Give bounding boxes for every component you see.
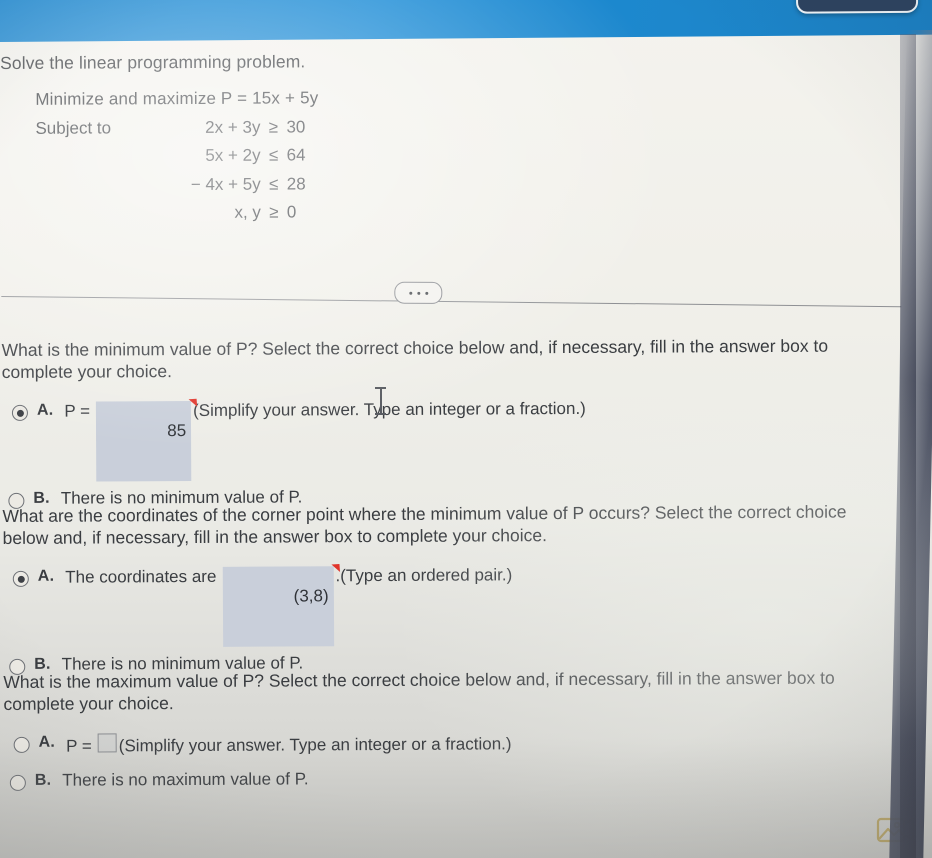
- answer-prefix: P =: [64, 401, 91, 422]
- question-prompt: What is the minimum value of P? Select t…: [1, 335, 829, 382]
- question-prompt: What is the maximum value of P? Select t…: [3, 667, 835, 714]
- choice-letter: B.: [33, 489, 50, 507]
- radio-button-a[interactable]: [12, 571, 29, 588]
- choice-letter: A.: [38, 734, 56, 752]
- answer-input-corner-point[interactable]: (3,8): [222, 564, 340, 647]
- constraint-relation: ≤: [269, 174, 279, 194]
- screen-photo: Solve the linear programming problem. Mi…: [0, 0, 932, 858]
- dot-icon: [424, 291, 428, 295]
- screen-bezel-right: [889, 30, 932, 858]
- image-placeholder-icon[interactable]: [876, 814, 916, 848]
- divider-line: [1, 295, 902, 308]
- subject-to-label: Subject to: [35, 117, 112, 138]
- constraint-relation: ≥: [269, 202, 279, 222]
- constraint-row: Subject to 2x + 3y ≥ 30: [35, 117, 328, 147]
- radio-button-a[interactable]: [13, 737, 30, 754]
- choice-letter: B.: [34, 772, 52, 790]
- objective-label: Minimize and maximize: [35, 88, 217, 109]
- choice-body: The coordinates are (3,8) . (Type an ord…: [65, 564, 513, 647]
- answer-value: 85: [167, 421, 187, 441]
- constraint-relation: ≥: [268, 117, 279, 137]
- constraint-expression: − 4x + 5y: [190, 174, 261, 194]
- constraint-row: 5x + 2y ≤ 64: [36, 145, 329, 175]
- constraint-rhs: 28: [286, 173, 306, 194]
- objective-expression: P = 15x + 5y: [220, 88, 319, 108]
- answer-hint: (Type an ordered pair.): [340, 565, 513, 586]
- more-options-button[interactable]: [394, 281, 443, 304]
- constraint-rhs: 0: [286, 202, 297, 222]
- answer-input-minimum-p[interactable]: 85: [95, 399, 198, 482]
- choice-group: A. The coordinates are (3,8) . (Type an …: [3, 563, 894, 685]
- header-pill-button[interactable]: [795, 0, 919, 14]
- answer-hint: (Simplify your answer. Type an integer o…: [193, 399, 586, 421]
- question-block-corner-point: What are the coordinates of the corner p…: [2, 501, 893, 692]
- constraint-rhs: 64: [286, 145, 306, 165]
- choice-letter: A.: [37, 568, 55, 586]
- answer-input-maximum-p[interactable]: [97, 733, 117, 753]
- radio-button-b[interactable]: [9, 775, 26, 792]
- dot-icon: [408, 291, 412, 295]
- radio-button-a[interactable]: [11, 405, 28, 422]
- question-block-maximum-value: What is the maximum value of P? Select t…: [3, 667, 894, 809]
- constraint-expression: x, y: [234, 202, 261, 222]
- answer-value: (3,8): [293, 586, 329, 606]
- app-header-bar: [0, 0, 932, 42]
- answer-prefix: The coordinates are: [65, 567, 217, 588]
- choice-body: There is no maximum value of P.: [62, 769, 309, 791]
- constraint-row: − 4x + 5y ≤ 28: [36, 174, 329, 204]
- constraint-expression: 2x + 3y: [205, 117, 261, 137]
- choice-letter: A.: [36, 402, 54, 420]
- choice-option-a[interactable]: A. The coordinates are (3,8) . (Type an …: [3, 563, 893, 647]
- section-divider: [1, 269, 903, 318]
- choice-option-b[interactable]: B. There is no maximum value of P.: [4, 767, 894, 802]
- answer-hint: (Simplify your answer. Type an integer o…: [118, 734, 512, 756]
- choice-group: A. P = (Simplify your answer. Type an in…: [4, 729, 894, 802]
- objective-row: Minimize and maximize P = 15x + 5y: [35, 88, 328, 118]
- choice-body: P = (Simplify your answer. Type an integ…: [66, 731, 512, 758]
- page-title: Solve the linear programming problem.: [0, 51, 306, 73]
- problem-statement-math: Minimize and maximize P = 15x + 5y Subje…: [35, 88, 329, 232]
- validation-flag-icon: [188, 399, 198, 408]
- validation-flag-icon: [331, 564, 340, 573]
- choice-group: A. P = 85 (Simplify your answer. Type an…: [2, 397, 893, 519]
- choice-body: P = 85 (Simplify your answer. Type an in…: [64, 398, 586, 482]
- choice-letter: B.: [34, 655, 51, 673]
- answer-prefix: P =: [66, 736, 92, 757]
- dot-icon: [416, 291, 420, 295]
- constraint-relation: ≤: [268, 145, 279, 165]
- constraint-row: x, y ≥ 0: [36, 202, 329, 232]
- screen-bezel-edge: [900, 34, 916, 858]
- choice-option-a[interactable]: A. P = (Simplify your answer. Type an in…: [4, 729, 894, 764]
- question-prompt: What are the coordinates of the corner p…: [2, 501, 847, 548]
- question-block-minimum-value: What is the minimum value of P? Select t…: [2, 335, 893, 526]
- constraint-expression: 5x + 2y: [205, 145, 261, 165]
- constraint-rhs: 30: [286, 116, 306, 137]
- choice-option-a[interactable]: A. P = 85 (Simplify your answer. Type an…: [2, 397, 892, 482]
